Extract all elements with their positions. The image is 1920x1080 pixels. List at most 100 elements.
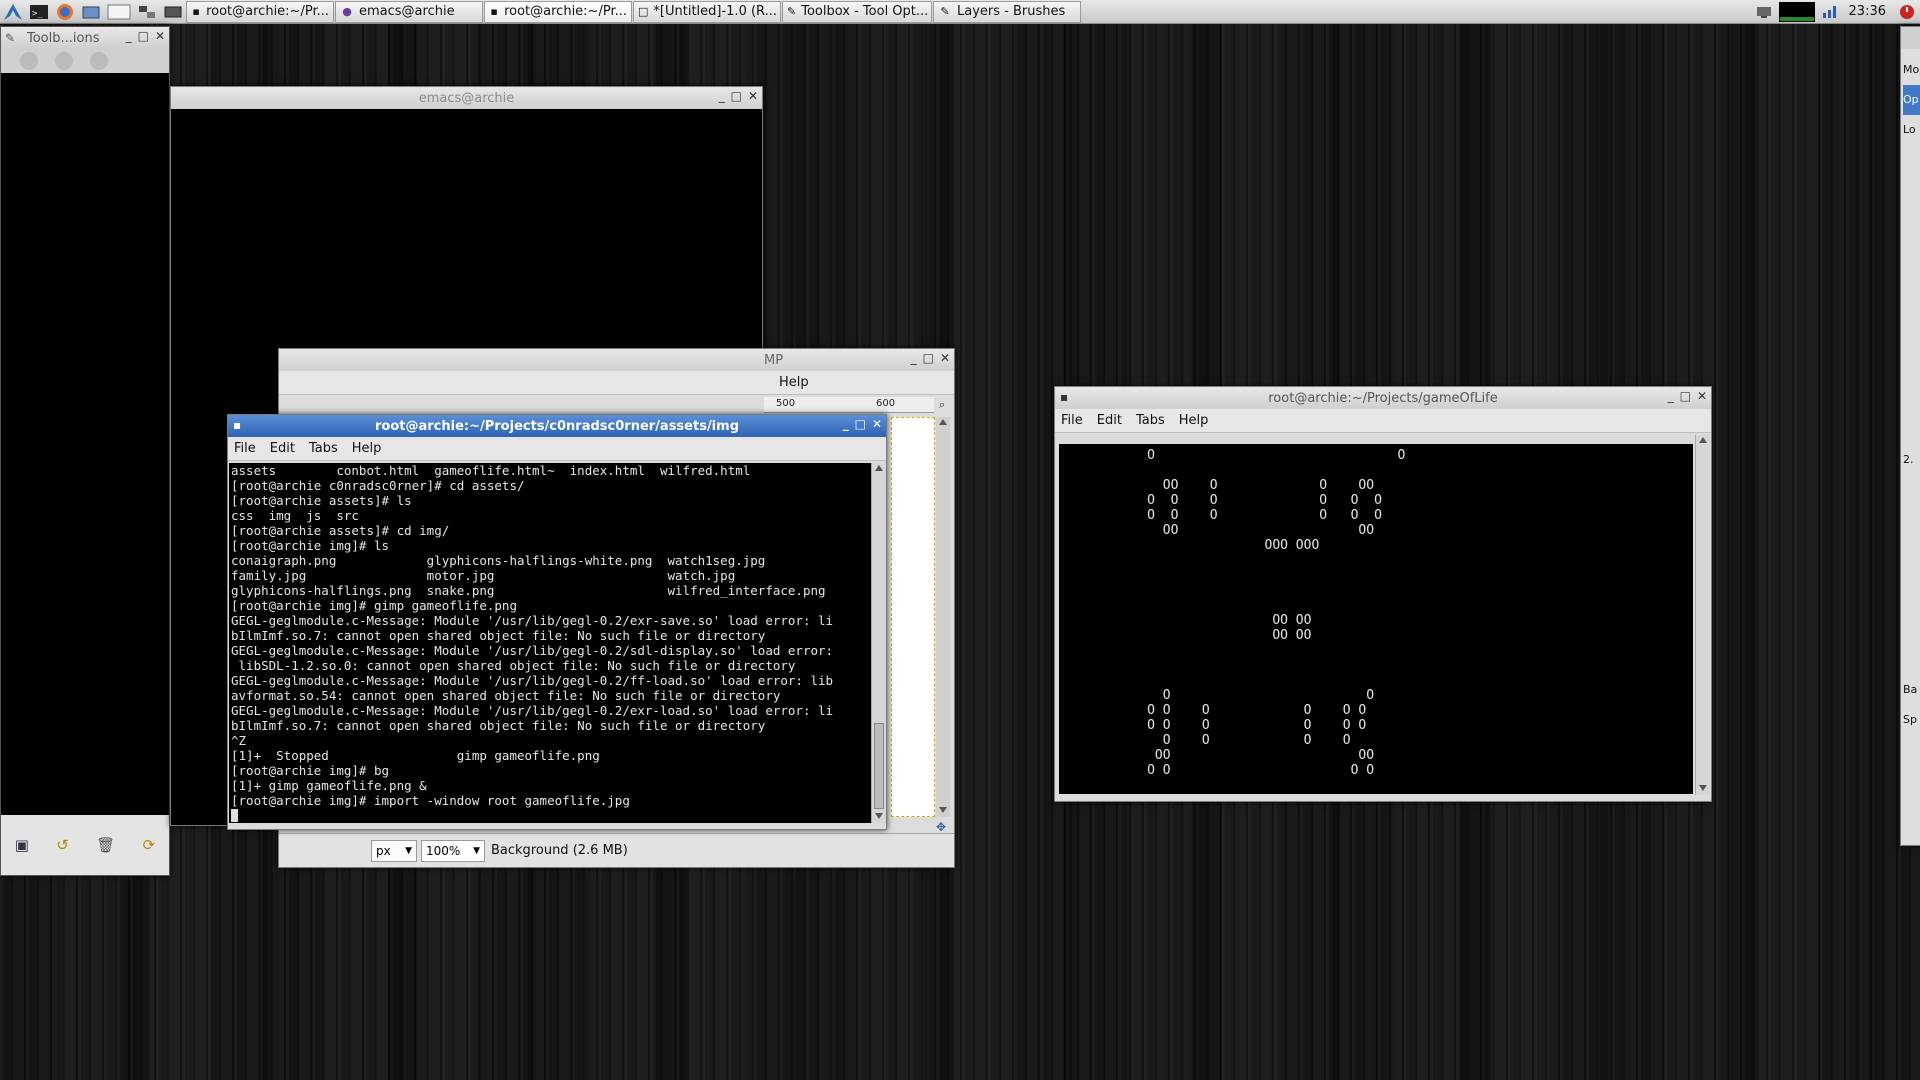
- maximize-icon[interactable]: □: [731, 89, 742, 103]
- delete-icon[interactable]: 🗑: [96, 836, 115, 854]
- menu-tabs[interactable]: Tabs: [1136, 413, 1165, 428]
- task-label: *[Untitled]-1.0 (R...: [653, 4, 778, 19]
- close-icon[interactable]: ✕: [1697, 389, 1707, 403]
- reset-icon[interactable]: ⟳: [143, 836, 156, 854]
- gimp-dock-panel: Mo Op Lo 2. Ba Sp: [1900, 26, 1920, 846]
- window-title: Toolb...ions: [27, 30, 100, 46]
- terminal-line: O O O O O O: [1061, 508, 1382, 523]
- task-emacs[interactable]: ● emacs@archie: [335, 0, 483, 23]
- dock-tab[interactable]: Op: [1903, 85, 1920, 115]
- minimize-icon[interactable]: _: [911, 351, 917, 365]
- terminal-gol-menubar: File Edit Tabs Help: [1055, 409, 1711, 433]
- task-label: Layers - Brushes: [957, 4, 1066, 19]
- menu-help[interactable]: Help: [1179, 413, 1209, 428]
- close-icon[interactable]: ✕: [940, 351, 950, 365]
- gimp-statusbar: px ▼ 100% ▼ Background (2.6 MB): [279, 833, 954, 867]
- terminal-line: OO OO: [1061, 613, 1312, 628]
- show-desktop-icon[interactable]: [162, 2, 184, 22]
- menu-file[interactable]: File: [1061, 413, 1083, 428]
- scroll-down-icon[interactable]: [875, 813, 883, 819]
- terminal-assets-menubar: File Edit Tabs Help: [228, 437, 886, 461]
- maximize-icon[interactable]: □: [923, 351, 934, 365]
- arch-menu-icon[interactable]: [2, 2, 24, 22]
- terminal-line: glyphicons-halflings.png snake.png wilfr…: [231, 583, 826, 598]
- terminal-line: bIlmImf.so.7: cannot open shared object …: [231, 628, 766, 643]
- close-icon[interactable]: ✕: [872, 417, 882, 431]
- scroll-up-icon[interactable]: [875, 465, 883, 471]
- terminal-line: OO OO: [1061, 523, 1375, 538]
- minimize-icon[interactable]: _: [1668, 389, 1674, 403]
- menu-edit[interactable]: Edit: [1097, 413, 1122, 428]
- scroll-down-icon[interactable]: [1699, 785, 1707, 791]
- terminal-line: conaigraph.png glyphicons-halflings-whit…: [231, 553, 766, 568]
- maximize-icon[interactable]: □: [138, 29, 149, 43]
- unit-select[interactable]: px ▼: [371, 839, 417, 862]
- scroll-down-icon[interactable]: [939, 807, 947, 813]
- scroll-thumb[interactable]: [874, 723, 884, 809]
- terminal-line: [root@archie img]# ls: [231, 538, 390, 553]
- gimp-titlebar[interactable]: MP _ □ ✕: [279, 349, 954, 371]
- task-gimp-toolbox[interactable]: ✎ Toolbox - Tool Opt...: [782, 0, 932, 23]
- restore-icon[interactable]: ↺: [56, 836, 69, 854]
- terminal-line: O O: [1061, 448, 1406, 463]
- maximize-icon[interactable]: □: [855, 417, 866, 431]
- terminal-line: [root@archie img]# import -window root g…: [231, 793, 630, 808]
- minimize-icon[interactable]: _: [719, 89, 725, 103]
- canvas[interactable]: [891, 417, 935, 817]
- menu-help[interactable]: Help: [779, 375, 809, 390]
- dock-titlebar[interactable]: [1901, 27, 1920, 49]
- zoom-toggle-icon[interactable]: ⌕: [939, 398, 945, 412]
- clock[interactable]: 23:36: [1849, 4, 1886, 19]
- terminal-scrollbar[interactable]: [1695, 435, 1710, 795]
- game-of-life-output[interactable]: O O OO O O OO O O O O O O O O O O O O OO…: [1059, 444, 1689, 790]
- volume-icon[interactable]: [1819, 2, 1841, 22]
- scroll-up-icon[interactable]: [939, 419, 947, 425]
- terminal-gol-titlebar[interactable]: ▪ root@archie:~/Projects/gameOfLife _ □ …: [1055, 387, 1711, 409]
- save-icon[interactable]: ▣: [15, 836, 29, 854]
- firefox-icon[interactable]: [54, 2, 76, 22]
- terminal-line: GEGL-geglmodule.c-Message: Module '/usr/…: [231, 703, 834, 718]
- terminal-scrollbar[interactable]: [871, 463, 886, 823]
- menu-tabs[interactable]: Tabs: [309, 441, 338, 456]
- terminal-line: libSDL-1.2.so.0: cannot open shared obje…: [231, 658, 796, 673]
- terminal-line: [1]+ gimp gameoflife.png &: [231, 778, 427, 793]
- navigate-icon[interactable]: ✥: [936, 820, 946, 834]
- scroll-up-icon[interactable]: [1699, 437, 1707, 443]
- task-gimp-image[interactable]: □ *[Untitled]-1.0 (R...: [633, 0, 781, 23]
- task-label: emacs@archie: [359, 4, 455, 19]
- cpu-graph-icon: [1778, 1, 1815, 22]
- close-icon[interactable]: ✕: [748, 89, 758, 103]
- terminal-launcher-icon[interactable]: >_: [28, 2, 50, 22]
- power-icon[interactable]: [1896, 2, 1918, 22]
- terminal-line: GEGL-geglmodule.c-Message: Module '/usr/…: [231, 673, 834, 688]
- dock-label: Lo: [1903, 123, 1916, 136]
- dock-label: Sp: [1903, 713, 1917, 726]
- terminal-icon: ▪: [490, 5, 498, 18]
- task-terminal-2[interactable]: ▪ root@archie:~/Pr...: [484, 0, 632, 23]
- zoom-select[interactable]: 100% ▼: [421, 839, 485, 862]
- gimp-image-icon: □: [638, 5, 649, 18]
- file-manager-icon[interactable]: [80, 2, 102, 22]
- terminal-assets-output[interactable]: assets conbot.html gameoflife.html~ inde…: [229, 463, 871, 823]
- desktop-switcher-icon[interactable]: [136, 2, 158, 22]
- terminal-cursor: [231, 809, 238, 822]
- menu-file[interactable]: File: [234, 441, 256, 456]
- emacs-titlebar[interactable]: emacs@archie _ □ ✕: [171, 87, 762, 109]
- minimize-icon[interactable]: _: [126, 29, 132, 43]
- toolbox-titlebar[interactable]: ✎ Toolb...ions _ □ ✕: [1, 27, 169, 49]
- menu-edit[interactable]: Edit: [270, 441, 295, 456]
- dock-label: 2.: [1903, 453, 1914, 466]
- blank-launcher-icon[interactable]: [106, 2, 132, 22]
- terminal-line: bIlmImf.so.7: cannot open shared object …: [231, 718, 766, 733]
- task-terminal-1[interactable]: ▪ root@archie:~/Pr...: [186, 0, 334, 23]
- task-gimp-layers[interactable]: ✎ Layers - Brushes: [933, 0, 1081, 23]
- menu-help[interactable]: Help: [352, 441, 382, 456]
- canvas-scrollbar[interactable]: [936, 417, 950, 817]
- maximize-icon[interactable]: □: [1680, 389, 1691, 403]
- taskbar: >_ ▪ root@archie:~/Pr... ● emacs@archie …: [0, 0, 1920, 24]
- terminal-assets-titlebar[interactable]: ▪ root@archie:~/Projects/c0nradsc0rner/a…: [228, 415, 886, 437]
- close-icon[interactable]: ✕: [155, 29, 165, 43]
- minimize-icon[interactable]: _: [843, 417, 849, 431]
